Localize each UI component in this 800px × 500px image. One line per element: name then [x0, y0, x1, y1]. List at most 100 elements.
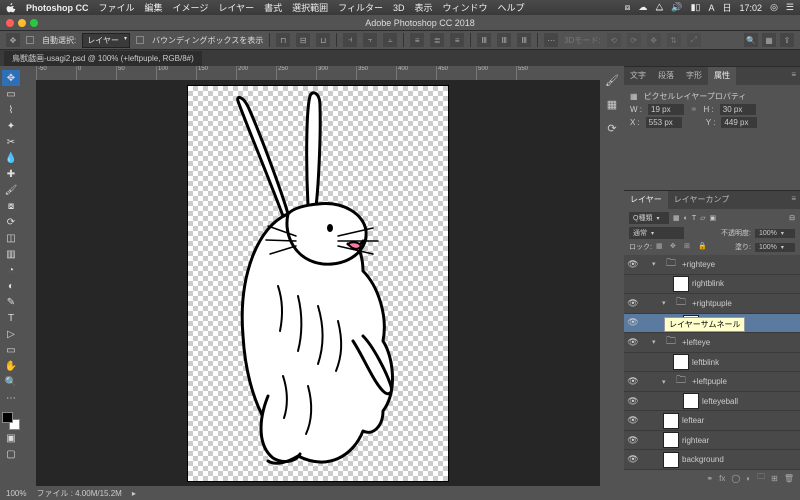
color-swatches[interactable] — [2, 412, 20, 430]
layer-row[interactable]: 👁▾🗀+leftpuple — [624, 372, 800, 392]
path-tool[interactable]: ▷ — [2, 326, 20, 342]
menu-3d[interactable]: 3D — [393, 3, 405, 13]
dodge-tool[interactable]: ◐ — [2, 278, 20, 294]
layer-name[interactable]: +rightpuple — [692, 299, 732, 308]
filter-type-icon[interactable]: T — [692, 215, 696, 222]
group-icon[interactable]: 🗀 — [757, 471, 765, 485]
align-hcenter-icon[interactable]: ⫟ — [363, 33, 377, 47]
align-top-icon[interactable]: ⊓ — [276, 33, 290, 47]
lasso-tool[interactable]: ⌇ — [2, 102, 20, 118]
layer-thumbnail[interactable] — [663, 432, 679, 448]
wand-tool[interactable]: ✦ — [2, 118, 20, 134]
layer-row[interactable]: rightblink — [624, 275, 800, 295]
fx-icon[interactable]: fx — [719, 474, 725, 483]
filter-smart-icon[interactable]: ▣ — [710, 214, 717, 222]
y-field[interactable]: 449 px — [721, 117, 757, 128]
search-icon[interactable]: 🔍 — [744, 33, 758, 47]
link-layers-icon[interactable]: ⚭ — [706, 474, 713, 483]
disclosure-icon[interactable]: ▾ — [662, 378, 670, 386]
workspace-icon[interactable]: ▦ — [762, 33, 776, 47]
adjustment-icon[interactable]: ◐ — [746, 474, 751, 483]
lock-pixels-icon[interactable]: ▦ — [656, 242, 666, 252]
filter-toggle[interactable]: ⊟ — [789, 214, 795, 222]
move-tool[interactable]: ✥ — [2, 70, 20, 86]
delete-icon[interactable]: 🗑 — [784, 474, 794, 483]
heal-tool[interactable]: ✚ — [2, 166, 20, 182]
visibility-icon[interactable]: 👁 — [624, 396, 642, 407]
edit-toolbar[interactable]: ⋯ — [2, 390, 20, 406]
tab-character[interactable]: 文字 — [624, 67, 652, 85]
close-icon[interactable] — [6, 19, 14, 27]
eraser-tool[interactable]: ◫ — [2, 230, 20, 246]
dist-v-icon[interactable]: ≣ — [430, 33, 444, 47]
x-field[interactable]: 553 px — [646, 117, 682, 128]
gradient-tool[interactable]: ▥ — [2, 246, 20, 262]
zoom-level[interactable]: 100% — [6, 489, 26, 498]
layer-thumbnail[interactable] — [673, 276, 689, 292]
ruler-vertical[interactable] — [22, 80, 36, 486]
swatches-panel-icon[interactable]: ▦ — [604, 96, 620, 112]
layer-name[interactable]: lefteyeball — [702, 397, 738, 406]
visibility-icon[interactable]: 👁 — [624, 337, 642, 348]
menu-window[interactable]: ウィンドウ — [442, 1, 487, 14]
volume-icon[interactable]: 🔊 — [671, 2, 682, 13]
layer-name[interactable]: +righteye — [682, 260, 715, 269]
app-name[interactable]: Photoshop CC — [26, 3, 89, 13]
menu-select[interactable]: 選択範囲 — [292, 1, 328, 14]
visibility-icon[interactable]: 👁 — [624, 259, 642, 270]
doc-info-chevron-icon[interactable]: ▸ — [132, 489, 136, 498]
menu-type[interactable]: 書式 — [264, 1, 282, 14]
disclosure-icon[interactable]: ▾ — [652, 338, 660, 346]
layer-filter-kind[interactable]: Q種類 — [629, 212, 669, 224]
dist-h-icon[interactable]: Ⅲ — [497, 33, 511, 47]
history-panel-icon[interactable]: ⟳ — [604, 120, 620, 136]
blend-mode-dropdown[interactable]: 通常 — [629, 227, 684, 239]
doc-info[interactable]: ファイル : 4.00M/15.2M — [36, 488, 121, 499]
align-bottom-icon[interactable]: ⊔ — [316, 33, 330, 47]
minimize-icon[interactable] — [18, 19, 26, 27]
menu-edit[interactable]: 編集 — [145, 1, 163, 14]
new-layer-icon[interactable]: ⊞ — [771, 474, 778, 483]
layer-row[interactable]: 👁leftear — [624, 411, 800, 431]
layer-row[interactable]: 👁▾🗀+rightpuple — [624, 294, 800, 314]
layer-name[interactable]: background — [682, 455, 724, 464]
pen-tool[interactable]: ✎ — [2, 294, 20, 310]
filter-shape-icon[interactable]: ▱ — [700, 214, 705, 222]
lock-all-icon[interactable]: 🔒 — [698, 242, 708, 252]
tab-layercomps[interactable]: レイヤーカンプ — [668, 191, 736, 209]
w-field[interactable]: 19 px — [648, 104, 684, 115]
dropbox-icon[interactable]: ⧈ — [625, 2, 631, 13]
dist-top-icon[interactable]: ≡ — [410, 33, 424, 47]
filter-adjust-icon[interactable]: ◐ — [684, 215, 688, 222]
tab-properties[interactable]: 属性 — [708, 67, 736, 85]
tab-layers[interactable]: レイヤー — [624, 191, 668, 209]
layer-thumbnail[interactable] — [663, 413, 679, 429]
marquee-tool[interactable]: ▭ — [2, 86, 20, 102]
layer-name[interactable]: rightblink — [692, 279, 724, 288]
visibility-icon[interactable]: 👁 — [624, 376, 642, 387]
layer-name[interactable]: leftear — [682, 416, 704, 425]
align-vcenter-icon[interactable]: ⊟ — [296, 33, 310, 47]
layer-name[interactable]: leftblink — [692, 358, 719, 367]
menu-filter[interactable]: フィルター — [338, 1, 383, 14]
artboard[interactable] — [188, 86, 448, 481]
blur-tool[interactable]: ◔ — [2, 262, 20, 278]
visibility-icon[interactable]: 👁 — [624, 298, 642, 309]
lock-position-icon[interactable]: ✥ — [670, 242, 680, 252]
layer-name[interactable]: +lefteye — [682, 338, 710, 347]
layer-row[interactable]: 👁 lefteyeball — [624, 392, 800, 412]
tab-paragraph[interactable]: 段落 — [652, 67, 680, 85]
ime-icon[interactable]: A — [709, 3, 715, 13]
apple-icon[interactable] — [6, 3, 16, 13]
brush-panel-icon[interactable]: 🖌 — [604, 72, 620, 88]
spotlight-icon[interactable]: ◎ — [770, 2, 778, 13]
dist-bottom-icon[interactable]: ≡ — [450, 33, 464, 47]
fill-field[interactable]: 100% — [755, 243, 795, 252]
hand-tool[interactable]: ✋ — [2, 358, 20, 374]
bbox-checkbox[interactable] — [136, 36, 144, 44]
align-right-icon[interactable]: ⫠ — [383, 33, 397, 47]
notification-icon[interactable]: ☰ — [786, 2, 794, 13]
link-icon[interactable]: ⚭ — [690, 104, 698, 115]
wifi-icon[interactable]: ⧋ — [655, 2, 663, 13]
menu-image[interactable]: イメージ — [173, 1, 209, 14]
